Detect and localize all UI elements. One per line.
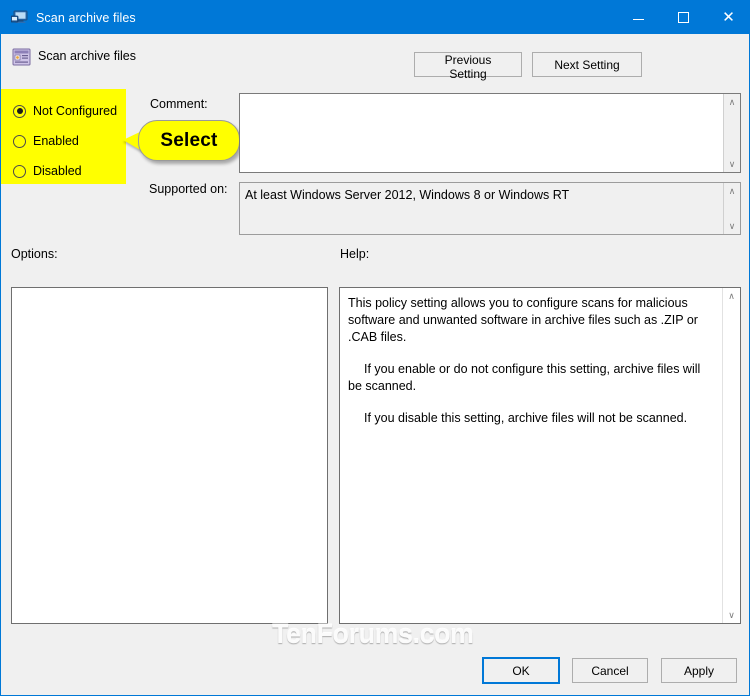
cancel-button[interactable]: Cancel — [572, 658, 648, 683]
help-paragraph-1: This policy setting allows you to config… — [348, 296, 698, 344]
policy-setting-dialog: Scan archive files ✕ Scan archive files — [0, 0, 750, 696]
radio-disabled[interactable]: Disabled — [13, 162, 82, 180]
next-setting-button[interactable]: Next Setting — [532, 52, 642, 77]
select-callout: Select — [138, 120, 240, 161]
select-callout-label: Select — [160, 129, 218, 151]
maximize-icon — [678, 12, 689, 23]
help-text: This policy setting allows you to config… — [340, 288, 722, 623]
maximize-button[interactable] — [661, 1, 706, 34]
comment-scroll-up-icon[interactable]: ∧ — [724, 94, 740, 110]
previous-setting-button[interactable]: Previous Setting — [414, 52, 522, 81]
supported-on-textbox: At least Windows Server 2012, Windows 8 … — [239, 182, 741, 235]
title-bar: Scan archive files ✕ — [1, 1, 749, 34]
radio-enabled[interactable]: Enabled — [13, 132, 79, 150]
options-panel[interactable] — [11, 287, 328, 624]
apply-button[interactable]: Apply — [661, 658, 737, 683]
comment-scrollbar[interactable]: ∧ ∨ — [723, 94, 740, 172]
comment-value[interactable] — [240, 94, 723, 172]
radio-not-configured[interactable]: Not Configured — [13, 102, 117, 120]
group-policy-setting-icon — [12, 48, 31, 66]
window-title: Scan archive files — [36, 10, 136, 25]
help-label: Help: — [340, 247, 370, 261]
supported-on-scroll-down-icon[interactable]: ∨ — [724, 218, 740, 234]
supported-on-value: At least Windows Server 2012, Windows 8 … — [245, 188, 570, 202]
close-icon: ✕ — [722, 9, 735, 26]
help-scroll-up-icon[interactable]: ∧ — [724, 288, 740, 304]
radio-disabled-icon — [13, 164, 26, 178]
policy-setting-icon — [10, 10, 28, 25]
radio-not-configured-label: Not Configured — [33, 104, 118, 118]
comment-textbox[interactable]: ∧ ∨ — [239, 93, 741, 173]
options-label: Options: — [11, 247, 58, 261]
minimize-icon — [633, 19, 644, 20]
close-button[interactable]: ✕ — [706, 1, 749, 34]
radio-disabled-label: Disabled — [33, 164, 82, 178]
window-controls: ✕ — [616, 1, 749, 34]
supported-on-scroll-up-icon[interactable]: ∧ — [724, 183, 740, 199]
comment-label: Comment: — [150, 97, 208, 111]
radio-enabled-label: Enabled — [33, 134, 79, 148]
help-panel: This policy setting allows you to config… — [339, 287, 741, 624]
ok-button[interactable]: OK — [482, 657, 560, 684]
help-scroll-down-icon[interactable]: ∨ — [724, 607, 740, 623]
help-paragraph-2: If you enable or do not configure this s… — [348, 362, 701, 393]
radio-not-configured-icon — [13, 104, 26, 118]
supported-on-scrollbar[interactable]: ∧ ∨ — [723, 183, 740, 234]
help-paragraph-3: If you disable this setting, archive fil… — [364, 411, 688, 425]
comment-scroll-down-icon[interactable]: ∨ — [724, 156, 740, 172]
radio-enabled-icon — [13, 134, 26, 148]
minimize-button[interactable] — [616, 1, 661, 34]
supported-on-label: Supported on: — [149, 182, 228, 196]
policy-setting-name: Scan archive files — [38, 49, 136, 63]
policy-state-radio-group: Not Configured Enabled Disabled — [1, 89, 136, 184]
help-scrollbar[interactable]: ∧ ∨ — [722, 288, 740, 623]
